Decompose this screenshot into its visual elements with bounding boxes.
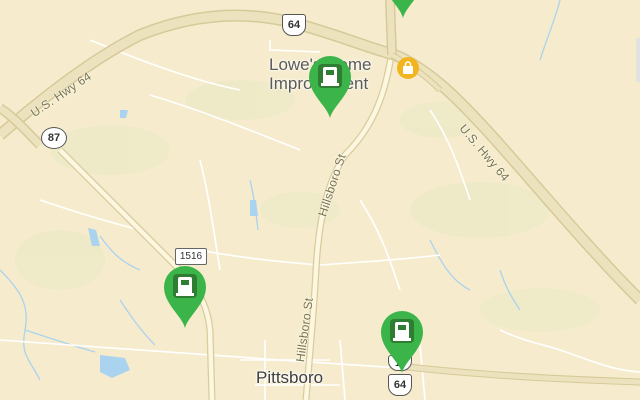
nc-87-shield: 87: [41, 127, 67, 149]
shopping-bag-icon[interactable]: [396, 56, 420, 80]
map-view[interactable]: U.S. Hwy 64 U.S. Hwy 64 Hillsboro St Hil…: [0, 0, 640, 400]
charging-station-pin[interactable]: [305, 54, 355, 120]
charging-station-pin[interactable]: [377, 309, 427, 375]
us-64-shield-bottom: 64: [388, 374, 412, 396]
ev-charger-icon: [390, 319, 414, 343]
ev-charger-icon: [318, 64, 342, 88]
charging-station-pin[interactable]: [378, 0, 428, 20]
ev-charger-icon: [173, 274, 197, 298]
us-64-shield: 64: [282, 14, 306, 36]
charging-station-pin[interactable]: [160, 264, 210, 330]
town-label-pittsboro: Pittsboro: [256, 368, 324, 387]
sr-1516-shield: 1516: [175, 248, 207, 265]
side-panel-edge[interactable]: [636, 38, 640, 82]
